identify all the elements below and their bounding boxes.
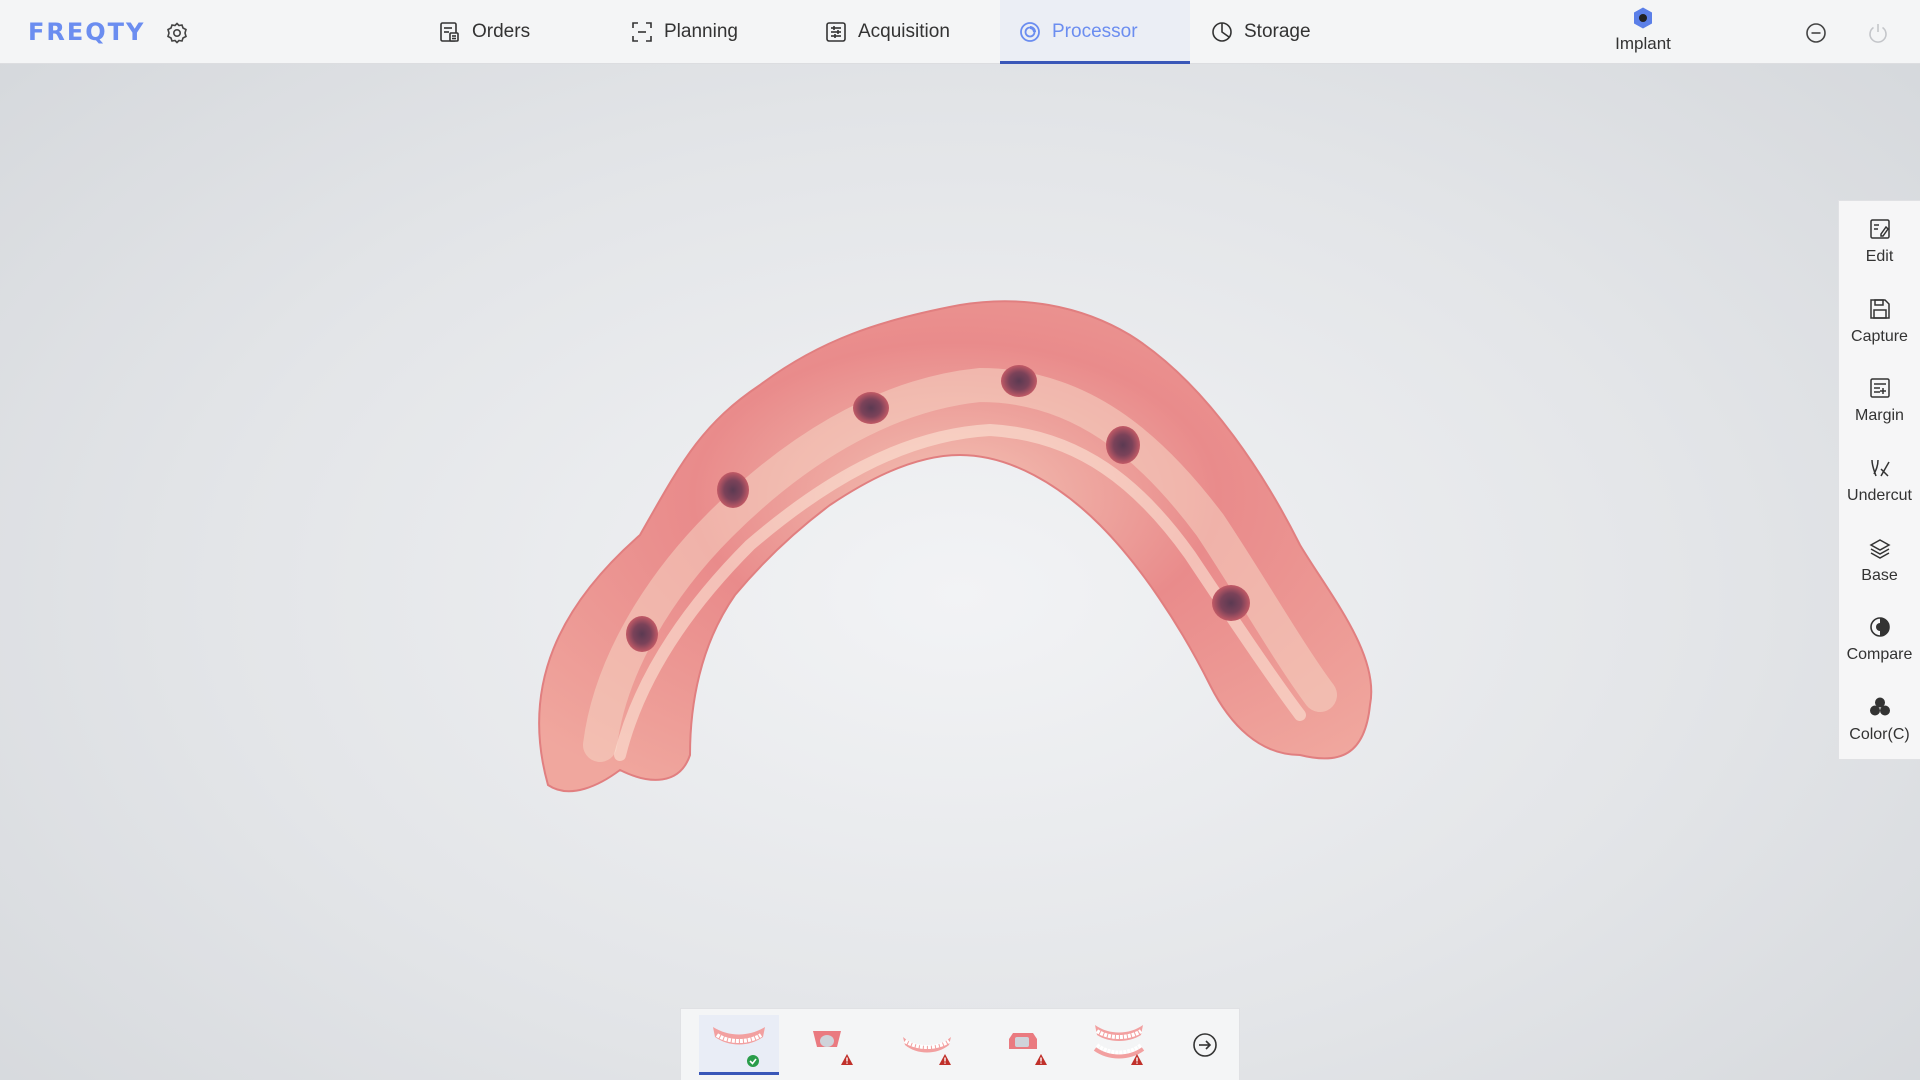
tab-storage-label: Storage xyxy=(1244,21,1311,42)
implant-hole xyxy=(626,616,658,652)
implant-mode[interactable]: Implant xyxy=(1600,6,1686,62)
status-ok-icon xyxy=(747,1055,759,1067)
implant-hole xyxy=(1001,365,1037,397)
tab-processor[interactable]: Processor xyxy=(1000,0,1190,64)
color-button[interactable]: Color(C) xyxy=(1839,679,1920,759)
margin-button[interactable]: Margin xyxy=(1839,360,1920,440)
tab-storage[interactable]: Storage xyxy=(1210,0,1311,64)
implant-hole xyxy=(1106,426,1140,464)
edit-button[interactable]: Edit xyxy=(1839,201,1920,281)
layers-icon xyxy=(1867,535,1893,561)
top-bar: FREQTY Orders Planning Acquisition Proce… xyxy=(0,0,1920,64)
upper-arch-thumb[interactable] xyxy=(887,1015,967,1075)
status-warning-icon xyxy=(939,1054,951,1065)
undercut-icon xyxy=(1867,455,1893,481)
minimize-button[interactable] xyxy=(1803,20,1829,46)
storage-icon xyxy=(1210,20,1234,44)
implant-scanbody-thumb[interactable] xyxy=(789,1015,869,1075)
next-step-button[interactable] xyxy=(1191,1031,1219,1059)
full-arch-thumb[interactable] xyxy=(1079,1015,1159,1075)
implant-hole xyxy=(1212,585,1250,621)
compare-icon xyxy=(1867,614,1893,640)
margin-icon xyxy=(1867,375,1893,401)
settings-button[interactable] xyxy=(164,20,190,46)
status-warning-icon xyxy=(841,1054,853,1065)
save-icon xyxy=(1867,296,1893,322)
arrow-right-circle-icon xyxy=(1193,1033,1217,1057)
tab-orders[interactable]: Orders xyxy=(438,0,530,64)
gear-icon xyxy=(167,22,187,44)
color-label: Color(C) xyxy=(1849,726,1910,744)
implant-hex-icon xyxy=(1634,7,1652,29)
power-button[interactable] xyxy=(1865,20,1891,46)
right-toolbar: Edit Capture Margin Undercut Base Compar… xyxy=(1838,200,1920,760)
capture-label: Capture xyxy=(1851,327,1908,345)
tab-planning-label: Planning xyxy=(664,21,738,42)
power-icon xyxy=(1869,24,1887,43)
brand-logo: FREQTY xyxy=(28,18,146,46)
edit-label: Edit xyxy=(1865,247,1894,265)
edit-icon xyxy=(1867,216,1893,242)
base-button[interactable]: Base xyxy=(1839,520,1920,600)
orders-icon xyxy=(438,20,462,44)
implant-hole xyxy=(853,392,889,424)
scan-step-bar xyxy=(680,1008,1240,1080)
bite-thumb[interactable] xyxy=(983,1015,1063,1075)
dental-arch-model xyxy=(538,300,1373,793)
lower-arch-thumb[interactable] xyxy=(699,1015,779,1075)
implant-hole xyxy=(717,472,749,508)
acquisition-icon xyxy=(824,20,848,44)
margin-label: Margin xyxy=(1855,407,1904,425)
undercut-label: Undercut xyxy=(1847,487,1912,505)
tab-acquisition[interactable]: Acquisition xyxy=(824,0,950,64)
implant-label: Implant xyxy=(1615,34,1671,53)
compare-button[interactable]: Compare xyxy=(1839,600,1920,680)
tab-processor-label: Processor xyxy=(1052,21,1138,42)
planning-icon xyxy=(630,20,654,44)
processor-icon xyxy=(1018,20,1042,44)
status-warning-icon xyxy=(1035,1054,1047,1065)
tab-orders-label: Orders xyxy=(472,21,531,42)
minimize-icon xyxy=(1806,23,1826,43)
undercut-button[interactable]: Undercut xyxy=(1839,440,1920,520)
color-icon xyxy=(1867,694,1893,720)
tab-planning[interactable]: Planning xyxy=(630,0,738,64)
capture-button[interactable]: Capture xyxy=(1839,281,1920,361)
compare-label: Compare xyxy=(1846,646,1913,664)
base-label: Base xyxy=(1861,566,1898,584)
3d-viewport[interactable] xyxy=(0,65,1838,1005)
tab-acquisition-label: Acquisition xyxy=(858,21,950,42)
